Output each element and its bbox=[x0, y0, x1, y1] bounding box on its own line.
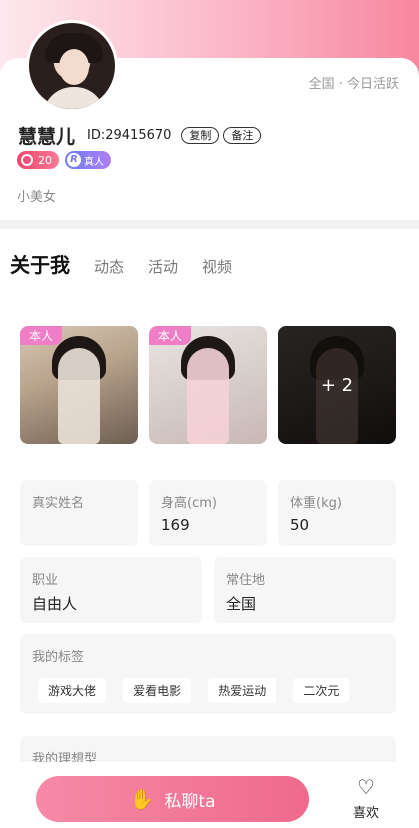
like-label: 喜欢 bbox=[352, 806, 379, 821]
bio: 小美女 bbox=[17, 190, 57, 205]
level-value: 20 bbox=[38, 153, 52, 167]
job-box: 职业 自由人 bbox=[20, 557, 202, 623]
hand-wave-icon: ✋ bbox=[129, 787, 155, 811]
heart-icon: ♡ bbox=[357, 775, 375, 799]
tab-videos[interactable]: 视频 bbox=[202, 256, 232, 277]
name-row: 慧慧儿 ID:29415670 复制 备注 bbox=[18, 122, 262, 149]
tag-chip: 游戏大佬 bbox=[38, 678, 107, 703]
self-tag: 本人 bbox=[149, 326, 192, 345]
copy-button[interactable]: 复制 bbox=[181, 127, 220, 144]
tab-about[interactable]: 关于我 bbox=[10, 249, 70, 278]
private-chat-label: 私聊ta bbox=[164, 791, 216, 812]
real-name-label: 真实姓名 bbox=[32, 496, 85, 511]
height-box: 身高(cm) 169 bbox=[149, 480, 267, 546]
private-chat-button[interactable]: ✋ 私聊ta bbox=[36, 776, 309, 822]
more-photos-count: + 2 bbox=[278, 326, 396, 444]
real-name-box: 真实姓名 bbox=[20, 480, 138, 546]
level-icon bbox=[21, 154, 33, 166]
level-badge: 20 bbox=[17, 151, 59, 169]
tag-chip: 热爱运动 bbox=[208, 678, 277, 703]
tab-activities[interactable]: 活动 bbox=[148, 256, 178, 277]
weight-box: 体重(kg) 50 bbox=[278, 480, 396, 546]
height-label: 身高(cm) bbox=[161, 496, 217, 511]
residence-box: 常住地 全国 bbox=[214, 557, 396, 623]
avatar-body bbox=[43, 87, 105, 109]
photo-3[interactable]: + 2 bbox=[278, 326, 396, 444]
badges: 20 R 真人 bbox=[17, 151, 111, 169]
tab-bar: 关于我 动态 活动 视频 bbox=[10, 249, 256, 278]
tab-moments[interactable]: 动态 bbox=[94, 256, 124, 277]
like-button[interactable]: ♡ 喜欢 bbox=[346, 776, 386, 821]
note-button[interactable]: 备注 bbox=[223, 127, 262, 144]
residence-label: 常住地 bbox=[226, 573, 266, 588]
job-value: 自由人 bbox=[32, 595, 78, 613]
user-id: ID:29415670 bbox=[87, 128, 172, 143]
real-person-icon: R bbox=[67, 153, 81, 167]
tags-label: 我的标签 bbox=[32, 650, 85, 665]
real-person-badge: R 真人 bbox=[65, 151, 111, 169]
real-person-label: 真人 bbox=[84, 156, 104, 168]
photo-1[interactable]: 本人 bbox=[20, 326, 138, 444]
weight-value: 50 bbox=[290, 516, 310, 534]
avatar[interactable] bbox=[26, 20, 118, 112]
height-value: 169 bbox=[161, 516, 190, 534]
self-tag: 本人 bbox=[20, 326, 63, 345]
region-status: 全国 · 今日活跃 bbox=[308, 77, 399, 92]
photo-figure bbox=[187, 348, 229, 444]
tags-box: 我的标签 游戏大佬 爱看电影 热爱运动 二次元 bbox=[20, 634, 396, 714]
residence-value: 全国 bbox=[226, 595, 257, 613]
job-label: 职业 bbox=[32, 573, 59, 588]
photo-figure bbox=[58, 348, 100, 444]
avatar-face bbox=[59, 49, 89, 85]
tag-chip: 爱看电影 bbox=[123, 678, 192, 703]
tag-chip: 二次元 bbox=[293, 678, 350, 703]
tags-row: 游戏大佬 爱看电影 热爱运动 二次元 bbox=[38, 678, 361, 703]
details-card: 关于我 动态 活动 视频 本人 本人 + 2 真实姓名 身高(cm) 169 体… bbox=[0, 229, 419, 828]
photo-2[interactable]: 本人 bbox=[149, 326, 267, 444]
bottom-action-bar: ✋ 私聊ta ♡ 喜欢 bbox=[0, 762, 419, 828]
user-name: 慧慧儿 bbox=[18, 126, 76, 148]
weight-label: 体重(kg) bbox=[290, 496, 342, 511]
